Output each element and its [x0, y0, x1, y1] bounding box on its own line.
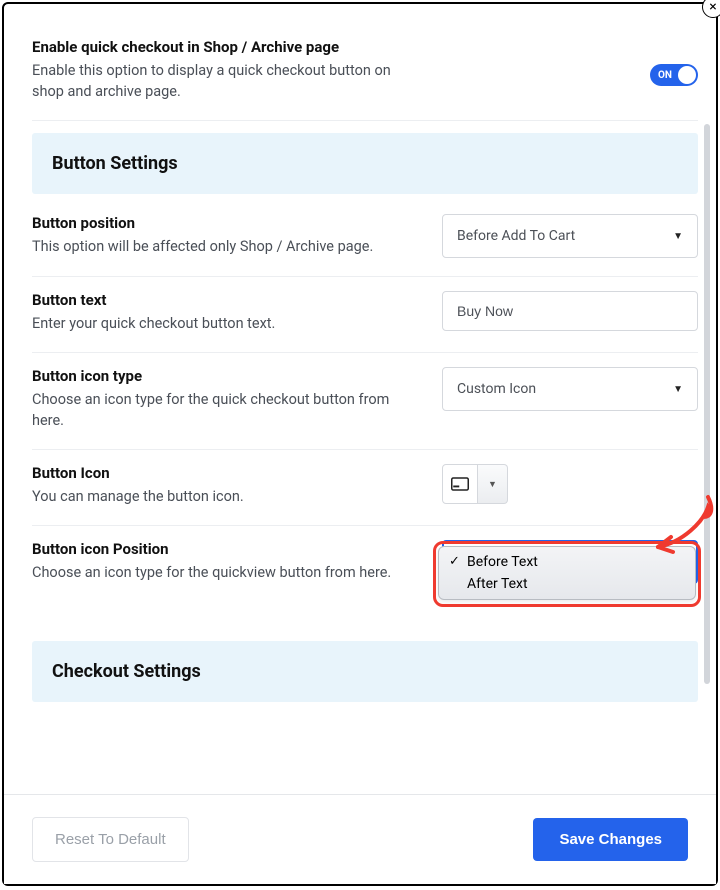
button-settings-heading: Button Settings	[52, 153, 678, 174]
settings-scroll: Enable quick checkout in Shop / Archive …	[4, 4, 716, 794]
scrollbar[interactable]	[704, 124, 710, 684]
icon-picker-dropdown[interactable]: ▼	[478, 464, 508, 504]
text-desc: Enter your quick checkout button text.	[32, 313, 392, 334]
iconpos-title: Button icon Position	[32, 540, 392, 558]
row-button-icon-type: Button icon type Choose an icon type for…	[32, 353, 698, 450]
row-button-icon-position: Button icon Position Choose an icon type…	[32, 526, 698, 591]
save-changes-button[interactable]: Save Changes	[533, 818, 688, 861]
position-title: Button position	[32, 214, 392, 232]
row-enable-quick-checkout: Enable quick checkout in Shop / Archive …	[32, 24, 698, 121]
icon-desc: You can manage the button icon.	[32, 486, 392, 507]
enable-desc: Enable this option to display a quick ch…	[32, 60, 392, 102]
button-icon-type-select[interactable]: Custom Icon ▼	[442, 367, 698, 411]
card-icon	[451, 477, 469, 491]
chevron-down-icon: ▼	[673, 231, 683, 242]
toggle-handle	[678, 66, 696, 84]
icontype-title: Button icon type	[32, 367, 392, 385]
enable-title: Enable quick checkout in Shop / Archive …	[32, 38, 392, 56]
reset-to-default-button[interactable]: Reset To Default	[32, 817, 189, 862]
row-button-icon: Button Icon You can manage the button ic…	[32, 450, 698, 526]
footer-actions: Reset To Default Save Changes	[4, 794, 716, 884]
toggle-on-label: ON	[658, 70, 672, 81]
button-position-select[interactable]: Before Add To Cart ▼	[442, 214, 698, 258]
row-button-text: Button text Enter your quick checkout bu…	[32, 277, 698, 353]
chevron-down-icon: ▼	[488, 479, 497, 490]
chevron-down-icon: ▼	[673, 384, 683, 395]
position-value: Before Add To Cart	[457, 228, 575, 244]
banner-checkout-settings: Checkout Settings	[32, 641, 698, 702]
checkout-settings-heading: Checkout Settings	[52, 661, 678, 682]
icon-title: Button Icon	[32, 464, 392, 482]
icontype-value: Custom Icon	[457, 381, 536, 397]
text-title: Button text	[32, 291, 392, 309]
button-text-input[interactable]	[442, 291, 698, 331]
iconpos-desc: Choose an icon type for the quickview bu…	[32, 562, 392, 583]
row-button-position: Button position This option will be affe…	[32, 200, 698, 277]
dropdown-option-after-text[interactable]: After Text	[439, 573, 695, 595]
banner-button-settings: Button Settings	[32, 133, 698, 194]
enable-toggle[interactable]: ON	[650, 64, 698, 86]
close-icon: ×	[709, 0, 716, 15]
icontype-desc: Choose an icon type for the quick checko…	[32, 389, 392, 431]
position-desc: This option will be affected only Shop /…	[32, 236, 392, 257]
icon-picker: ▼	[442, 464, 698, 504]
dropdown-menu: Before Text After Text	[438, 546, 696, 600]
dropdown-option-before-text[interactable]: Before Text	[439, 551, 695, 573]
icon-preview[interactable]	[442, 464, 478, 504]
